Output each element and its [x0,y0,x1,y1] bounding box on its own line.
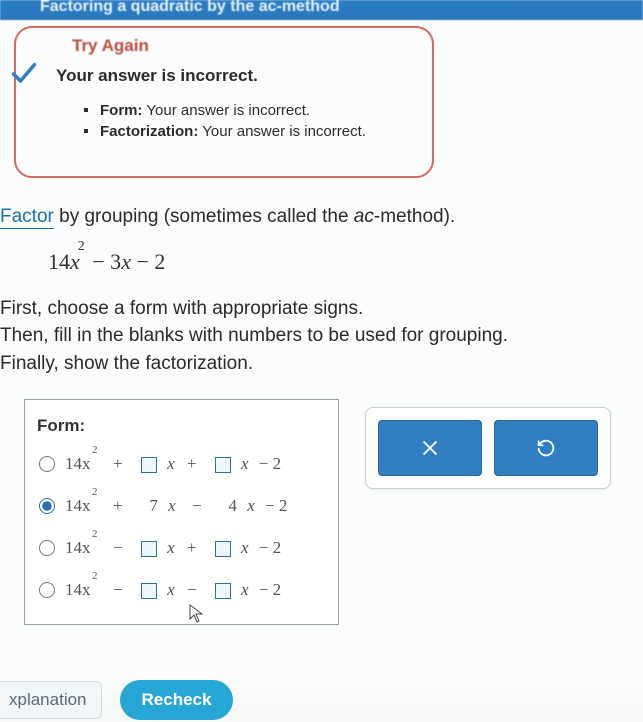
reset-button[interactable] [494,420,598,476]
form-radio[interactable] [39,540,55,556]
form-radio[interactable] [39,456,55,472]
feedback-item: Factorization: Your answer is incorrect. [100,121,408,142]
recheck-button[interactable]: Recheck [120,680,234,720]
blank-input[interactable] [215,583,231,599]
close-icon [419,437,441,459]
feedback-item-label: Factorization: [100,123,198,140]
try-again-label: Try Again [72,36,408,56]
form-title: Form: [37,416,326,436]
feedback-item-msg: Your answer is incorrect. [202,123,366,140]
check-icon [10,60,38,88]
form-panel: Form: 14x2 + x + x − 2 14x2 + 7 x − 4 x [24,399,339,625]
undo-icon [535,437,557,459]
action-panel [365,407,611,489]
instruction-line: Then, fill in the blanks with numbers to… [0,322,643,350]
clear-button[interactable] [378,420,482,476]
blank-input[interactable] [215,457,231,473]
form-option[interactable]: 14x2 − x − x − 2 [39,580,326,600]
form-option[interactable]: 14x2 + 7 x − 4 x − 2 [39,496,326,516]
factor-link[interactable]: Factor [0,206,54,229]
explanation-button[interactable]: xplanation [0,681,102,719]
instruction-line: First, choose a form with appropriate si… [0,295,643,323]
feedback-item: Form: Your answer is incorrect. [100,100,408,121]
instructions: First, choose a form with appropriate si… [0,295,643,378]
form-option[interactable]: 14x2 − x + x − 2 [39,538,326,558]
question-prompt: Factor by grouping (sometimes called the… [0,204,643,231]
feedback-item-label: Form: [100,102,143,119]
quadratic-expression: 14x2 − 3x − 2 [48,249,643,275]
form-radio[interactable] [39,498,55,514]
feedback-headline: Your answer is incorrect. [56,66,408,86]
blank-input[interactable] [215,541,231,557]
bottom-bar: xplanation Recheck [0,678,643,722]
lesson-title: Factoring a quadratic by the ac-method [40,0,340,15]
form-option[interactable]: 14x2 + x + x − 2 [39,454,326,474]
blank-input[interactable] [141,457,157,473]
feedback-item-msg: Your answer is incorrect. [146,102,310,119]
form-radio[interactable] [39,582,55,598]
instruction-line: Finally, show the factorization. [0,350,643,378]
lesson-title-bar: Factoring a quadratic by the ac-method [0,0,643,20]
feedback-list: Form: Your answer is incorrect. Factoriz… [100,100,408,142]
blank-input[interactable] [141,541,157,557]
feedback-card: Try Again Your answer is incorrect. Form… [14,26,434,178]
blank-input[interactable] [141,583,157,599]
